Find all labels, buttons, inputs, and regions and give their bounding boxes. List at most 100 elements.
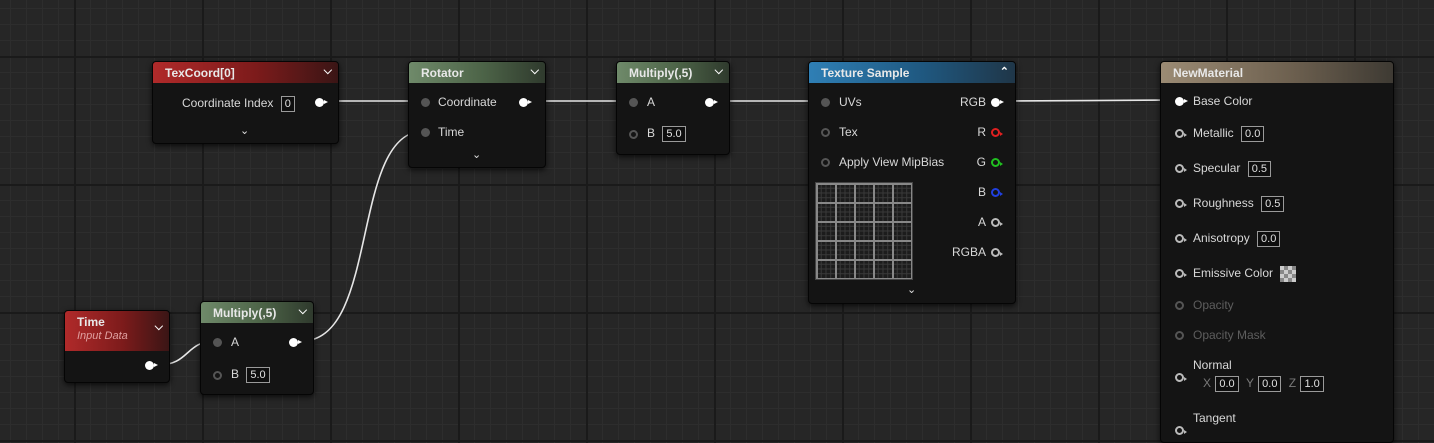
coordinate-index-label: Coordinate Index [182, 96, 274, 110]
texture-sample-title: Texture Sample [821, 66, 910, 80]
texture-preview-thumbnail [815, 182, 913, 280]
multiply-bottom-b-label: B [231, 367, 240, 381]
rgba-output-label: RGBA [951, 245, 986, 259]
anisotropy-field[interactable]: 0.0 [1257, 231, 1281, 247]
metallic-row: Metallic 0.0 [1193, 126, 1265, 142]
coordinate-index-row: Coordinate Index 0 [182, 96, 295, 112]
uvs-label: UVs [839, 95, 862, 109]
multiply-top-title: Multiply(,5) [629, 66, 693, 80]
opacity-mask-input-pin [1175, 331, 1184, 340]
normal-z-label: Z [1288, 376, 1297, 390]
specular-label: Specular [1193, 161, 1241, 175]
b-output-pin[interactable] [991, 188, 1003, 197]
time-header[interactable]: Time Input Data ⌵ [65, 311, 169, 351]
rotator-header[interactable]: Rotator ⌵ [409, 62, 545, 83]
normal-y-field[interactable]: 0.0 [1258, 376, 1282, 392]
emissive-color-swatch[interactable] [1280, 266, 1297, 282]
multiply-top-node[interactable]: Multiply(,5) ⌵ A B 5.0 [616, 61, 730, 155]
metallic-input-pin[interactable] [1175, 129, 1187, 138]
normal-label: Normal [1193, 358, 1232, 372]
texcoord-title: TexCoord[0] [165, 66, 235, 80]
chevron-down-icon[interactable]: ⌵ [155, 321, 163, 334]
multiply-top-a-input-pin[interactable] [629, 98, 638, 107]
normal-x-label: X [1203, 376, 1212, 390]
texcoord-header[interactable]: TexCoord[0] ⌵ [153, 62, 338, 83]
coordinate-index-field[interactable]: 0 [280, 96, 295, 112]
rgb-output-label: RGB [959, 95, 986, 109]
multiply-top-b-input-pin[interactable] [629, 130, 638, 139]
emissive-color-label: Emissive Color [1193, 266, 1274, 281]
multiply-top-b-field[interactable]: 5.0 [662, 126, 686, 142]
chevron-down-icon[interactable]: ⌵ [715, 65, 723, 78]
texture-sample-header[interactable]: Texture Sample ⌃ [809, 62, 1015, 83]
multiply-bottom-b-input-pin[interactable] [213, 371, 222, 380]
opacity-label: Opacity [1193, 298, 1234, 312]
multiply-bottom-b-field[interactable]: 5.0 [246, 367, 270, 383]
rgba-output-pin[interactable] [991, 248, 1003, 257]
multiply-top-output-pin[interactable] [705, 98, 718, 107]
multiply-top-a-label: A [647, 95, 656, 109]
metallic-label: Metallic [1193, 126, 1234, 140]
expand-chevron-icon[interactable]: ⌄ [240, 124, 249, 137]
apply-view-mipbias-input-pin[interactable] [821, 158, 830, 167]
multiply-bottom-a-label: A [231, 335, 240, 349]
rotator-output-pin[interactable] [519, 98, 532, 107]
g-output-label: G [976, 155, 986, 169]
chevron-up-icon[interactable]: ⌃ [1000, 65, 1009, 78]
rgb-output-pin[interactable] [991, 98, 1004, 107]
normal-input-pin[interactable] [1175, 373, 1187, 382]
rotator-node[interactable]: Rotator ⌵ Coordinate Time ⌄ [408, 61, 546, 168]
time-output-pin[interactable] [145, 361, 158, 370]
g-output-pin[interactable] [991, 158, 1003, 167]
a-output-label: A [977, 215, 986, 229]
expand-chevron-icon[interactable]: ⌄ [907, 283, 916, 296]
base-color-input-pin[interactable] [1175, 97, 1188, 106]
opacity-input-pin [1175, 301, 1184, 310]
base-color-label: Base Color [1193, 94, 1253, 108]
multiply-bottom-header[interactable]: Multiply(,5) ⌵ [201, 302, 313, 323]
metallic-field[interactable]: 0.0 [1241, 126, 1265, 142]
chevron-down-icon[interactable]: ⌵ [531, 65, 539, 78]
opacity-mask-label: Opacity Mask [1193, 328, 1266, 342]
roughness-input-pin[interactable] [1175, 199, 1187, 208]
specular-field[interactable]: 0.5 [1247, 161, 1272, 177]
chevron-down-icon[interactable]: ⌵ [324, 65, 332, 78]
a-output-pin[interactable] [991, 218, 1003, 227]
apply-view-mipbias-label: Apply View MipBias [839, 155, 945, 169]
anisotropy-input-pin[interactable] [1175, 234, 1187, 243]
normal-xyz-row: X 0.0 Y 0.0 Z 1.0 [1203, 376, 1324, 392]
emissive-color-input-pin[interactable] [1175, 269, 1187, 278]
multiply-bottom-output-pin[interactable] [289, 338, 302, 347]
multiply-top-b-row: B 5.0 [647, 126, 686, 142]
anisotropy-row: Anisotropy 0.0 [1193, 231, 1281, 247]
normal-z-field[interactable]: 1.0 [1300, 376, 1324, 392]
uvs-input-pin[interactable] [821, 98, 830, 107]
r-output-label: R [977, 125, 986, 139]
roughness-label: Roughness [1193, 196, 1254, 210]
multiply-bottom-b-row: B 5.0 [231, 367, 270, 383]
rotator-time-input-pin[interactable] [421, 128, 430, 137]
multiply-bottom-a-input-pin[interactable] [213, 338, 222, 347]
texcoord-node[interactable]: TexCoord[0] ⌵ Coordinate Index 0 ⌄ [152, 61, 339, 144]
wire-texture-to-material [1002, 99, 1180, 102]
specular-input-pin[interactable] [1175, 164, 1187, 173]
expand-chevron-icon[interactable]: ⌄ [472, 148, 481, 161]
time-node[interactable]: Time Input Data ⌵ [64, 310, 170, 383]
multiply-bottom-node[interactable]: Multiply(,5) ⌵ A B 5.0 [200, 301, 314, 395]
normal-x-field[interactable]: 0.0 [1215, 376, 1239, 392]
new-material-header[interactable]: NewMaterial [1161, 62, 1393, 83]
r-output-pin[interactable] [991, 128, 1003, 137]
emissive-color-row: Emissive Color [1193, 266, 1297, 282]
tex-label: Tex [839, 125, 858, 139]
chevron-down-icon[interactable]: ⌵ [299, 305, 307, 318]
rotator-coordinate-input-pin[interactable] [421, 98, 430, 107]
multiply-top-header[interactable]: Multiply(,5) ⌵ [617, 62, 729, 83]
tex-input-pin[interactable] [821, 128, 830, 137]
rotator-title: Rotator [421, 66, 464, 80]
roughness-field[interactable]: 0.5 [1261, 196, 1285, 212]
texture-sample-node[interactable]: Texture Sample ⌃ UVs Tex Apply View MipB… [808, 61, 1016, 304]
roughness-row: Roughness 0.5 [1193, 196, 1285, 212]
rotator-coordinate-label: Coordinate [438, 95, 497, 109]
new-material-node[interactable]: NewMaterial Base Color Metallic 0.0 Spec… [1160, 61, 1394, 443]
texcoord-output-pin[interactable] [315, 98, 328, 107]
